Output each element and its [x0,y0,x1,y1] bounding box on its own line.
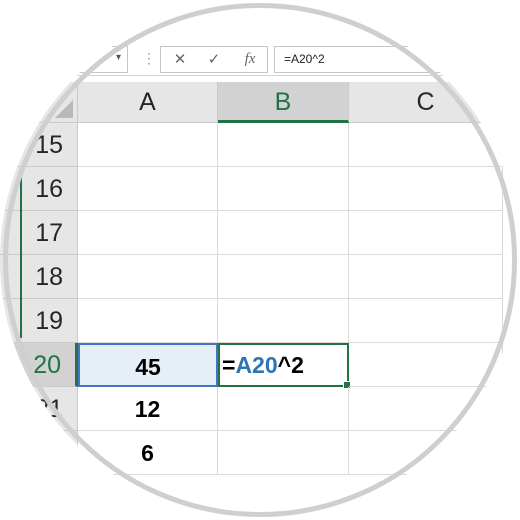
cell-c19[interactable] [349,299,503,343]
row-header-20[interactable]: 20 [0,343,78,387]
row-header-15[interactable]: 15 [0,123,78,167]
cell-a20[interactable]: 45 [78,343,218,387]
name-box[interactable]: ▾ [0,46,128,73]
select-all-corner[interactable] [0,82,78,123]
cell-a15[interactable] [78,123,218,167]
cell-c15[interactable] [349,123,503,167]
cell-c21[interactable] [349,387,503,431]
cell-b21[interactable] [218,387,349,431]
more-vertical-icon[interactable]: ⋮ [142,50,156,67]
cell-b19[interactable] [218,299,349,343]
row-selection-accent [20,172,22,338]
column-header-a[interactable]: A [78,82,218,123]
cell-b16[interactable] [218,167,349,211]
row-header-22[interactable]: 22 [0,431,78,475]
cell-c17[interactable] [349,211,503,255]
cell-b17[interactable] [218,211,349,255]
row-header-21[interactable]: 21 [0,387,78,431]
formula-input[interactable]: =A20^2 [274,46,520,73]
insert-function-icon[interactable]: fx [233,47,267,72]
cell-a16[interactable] [78,167,218,211]
formula-buttons: ✕ ✓ fx [160,46,268,73]
column-header-b[interactable]: B [218,82,349,123]
cell-a18[interactable] [78,255,218,299]
cell-b22[interactable] [218,431,349,475]
cell-c18[interactable] [349,255,503,299]
row-header-16[interactable]: 16 [0,167,78,211]
formula-reference: A20 [235,352,278,378]
cell-a22[interactable]: 6 [78,431,218,475]
formula-equals: = [222,352,236,378]
cell-c16[interactable] [349,167,503,211]
magnifier-lens: ▾ ⋮ ✕ ✓ fx =A20^2 A B C 15 16 17 18 19 2… [0,0,520,520]
cell-b18[interactable] [218,255,349,299]
cell-a19[interactable] [78,299,218,343]
row-header-19[interactable]: 19 [0,299,78,343]
enter-icon[interactable]: ✓ [197,47,231,72]
row-header-17[interactable]: 17 [0,211,78,255]
row-header-18[interactable]: 18 [0,255,78,299]
cell-c20[interactable] [349,343,503,387]
cell-a17[interactable] [78,211,218,255]
cancel-icon[interactable]: ✕ [163,47,197,72]
column-header-c[interactable]: C [349,82,503,123]
cell-c22[interactable] [349,431,503,475]
formula-operator: ^2 [277,352,304,378]
cell-b15[interactable] [218,123,349,167]
formula-bar: ▾ ⋮ ✕ ✓ fx =A20^2 [0,44,520,76]
chevron-down-icon[interactable]: ▾ [116,52,121,63]
cell-b20-active[interactable]: =A20^2 [218,343,351,389]
cell-a21[interactable]: 12 [78,387,218,431]
